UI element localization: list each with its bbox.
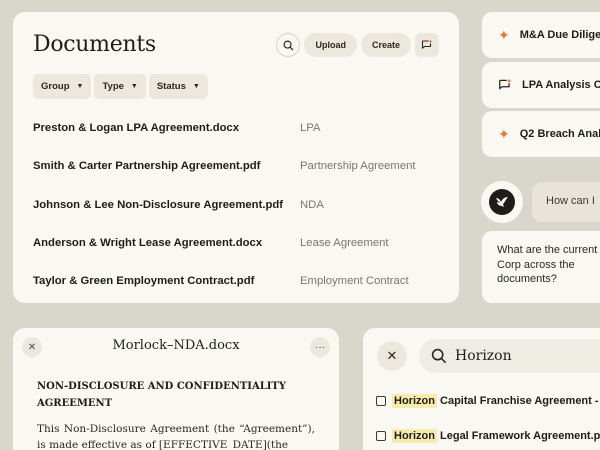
- document-type: Lease Agreement: [300, 237, 389, 250]
- side-item-label: M&A Due Dilige: [519, 29, 600, 41]
- document-type: NDA: [300, 198, 324, 211]
- side-item-label: Q2 Breach Anal: [519, 128, 600, 140]
- close-button[interactable]: ✕: [377, 341, 407, 371]
- bird-icon: [489, 189, 515, 215]
- result-highlight: Horizon: [392, 394, 437, 408]
- page-title: Documents: [33, 32, 156, 57]
- document-name: Taylor & Green Employment Contract.pdf: [33, 275, 255, 288]
- sparkle-icon: ✦: [498, 27, 510, 43]
- document-body: This Non-Disclosure Agreement (the “Agre…: [37, 423, 315, 450]
- result-highlight: Horizon: [392, 429, 437, 443]
- search-result[interactable]: Horizon Legal Framework Agreement.pd: [376, 429, 600, 443]
- document-name: Smith & Carter Partnership Agreement.pdf: [33, 160, 261, 173]
- chat-sparkle-icon: [421, 39, 433, 50]
- chat-sparkle-icon: [499, 78, 512, 90]
- more-icon: ···: [315, 341, 325, 353]
- filter-bar: Group ▼ Type ▼ Status ▼: [33, 74, 208, 99]
- more-button[interactable]: ···: [310, 337, 330, 357]
- result-text: Capital Franchise Agreement - S: [436, 395, 600, 407]
- documents-toolbar: Upload Create: [276, 33, 439, 57]
- table-row[interactable]: Anderson & Wright Lease Agreement.docx Le…: [33, 224, 443, 262]
- document-type: Employment Contract: [300, 275, 409, 288]
- document-heading: NON-DISCLOSURE AND CONFIDENTIALITY AGREE…: [37, 381, 287, 409]
- chat-answer: What are the current City Corp across th…: [482, 231, 600, 303]
- chevron-down-icon: ▼: [192, 83, 200, 90]
- side-item-lpa-analysis[interactable]: LPA Analysis Cl: [482, 62, 600, 108]
- table-row[interactable]: Preston & Logan LPA Agreement.docx LPA: [33, 109, 443, 147]
- chat-button[interactable]: [415, 33, 439, 57]
- table-row[interactable]: Taylor & Green Employment Contract.pdf Em…: [33, 262, 443, 300]
- document-type: LPA: [300, 122, 321, 135]
- side-item-ma-due-diligence[interactable]: ✦ M&A Due Dilige: [482, 12, 600, 58]
- table-row[interactable]: Smith & Carter Partnership Agreement.pdf…: [33, 147, 443, 185]
- chat-question: How can I: [532, 182, 600, 222]
- filter-group[interactable]: Group ▼: [33, 74, 92, 99]
- chevron-down-icon: ▼: [76, 83, 84, 90]
- document-type: Partnership Agreement: [300, 160, 416, 173]
- document-name: Anderson & Wright Lease Agreement.docx: [33, 237, 263, 250]
- filter-label: Status: [156, 81, 186, 92]
- document-title: Morlock–NDA.docx: [112, 338, 240, 353]
- search-input[interactable]: Horizon: [419, 339, 600, 373]
- avatar: [481, 181, 523, 223]
- chevron-down-icon: ▼: [130, 83, 138, 90]
- search-button[interactable]: [276, 33, 301, 57]
- result-text: Legal Framework Agreement.pd: [436, 430, 600, 442]
- search-query: Horizon: [455, 348, 512, 364]
- upload-button[interactable]: Upload: [304, 33, 357, 57]
- filter-label: Group: [41, 81, 70, 92]
- search-result[interactable]: Horizon Capital Franchise Agreement - S: [376, 394, 600, 408]
- document-viewer: ✕ Morlock–NDA.docx ··· NON-DISCLOSURE AN…: [13, 328, 339, 450]
- side-item-q2-breach[interactable]: ✦ Q2 Breach Anal: [482, 111, 600, 157]
- search-panel: ✕ Horizon Horizon Capital Franchise Agre…: [363, 328, 600, 450]
- document-name: Preston & Logan LPA Agreement.docx: [33, 122, 240, 135]
- close-icon: ✕: [386, 348, 398, 363]
- create-button[interactable]: Create: [360, 33, 411, 57]
- filter-type[interactable]: Type ▼: [94, 74, 146, 99]
- documents-list: Preston & Logan LPA Agreement.docx LPA Sm…: [33, 109, 443, 300]
- sparkle-icon: ✦: [498, 126, 510, 142]
- search-icon: [283, 40, 294, 51]
- checkbox[interactable]: [376, 431, 386, 441]
- filter-status[interactable]: Status ▼: [148, 74, 208, 99]
- documents-panel: Documents Upload Create Group ▼ Type ▼ Sta…: [13, 12, 459, 303]
- document-name: Johnson & Lee Non-Disclosure Agreement.p…: [33, 198, 284, 211]
- filter-label: Type: [102, 81, 124, 92]
- search-icon: [431, 348, 447, 364]
- table-row[interactable]: Johnson & Lee Non-Disclosure Agreement.p…: [33, 186, 443, 224]
- side-item-label: LPA Analysis Cl: [522, 79, 600, 91]
- checkbox[interactable]: [376, 396, 386, 406]
